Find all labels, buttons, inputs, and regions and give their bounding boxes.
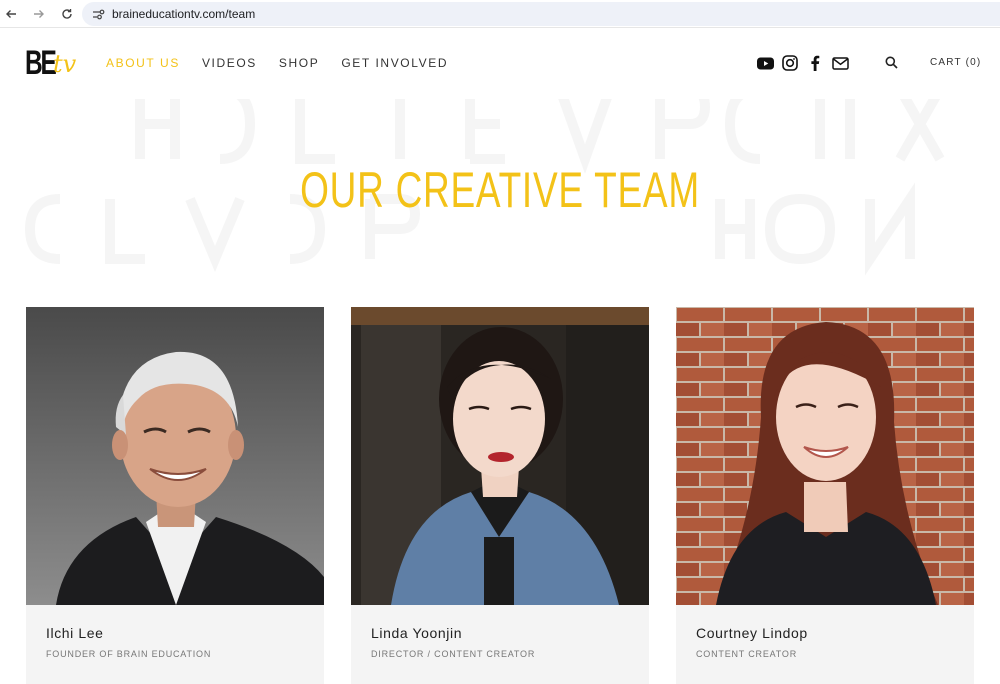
social-links <box>756 54 856 72</box>
site-header: BE tv ABOUT US VIDEOS SHOP GET INVOLVED … <box>0 29 1000 99</box>
betv-logo[interactable]: BE tv <box>25 43 77 85</box>
forward-arrow-icon[interactable] <box>28 3 50 25</box>
facebook-icon[interactable] <box>806 54 824 72</box>
nav-get-involved[interactable]: GET INVOLVED <box>341 56 448 70</box>
team-member-info: Courtney Lindop CONTENT CREATOR <box>676 605 974 684</box>
youtube-icon[interactable] <box>756 54 774 72</box>
address-bar[interactable]: braineducationtv.com/team <box>82 2 1000 26</box>
team-member-card[interactable]: Linda Yoonjin DIRECTOR / CONTENT CREATOR <box>351 307 649 684</box>
instagram-icon[interactable] <box>781 54 799 72</box>
team-member-photo <box>351 307 649 605</box>
page-title: OUR CREATIVE TEAM <box>300 162 700 218</box>
browser-toolbar: braineducationtv.com/team <box>0 0 1000 28</box>
logo-tv-text: tv <box>53 50 77 78</box>
team-member-name: Ilchi Lee <box>46 625 104 641</box>
main-nav: ABOUT US VIDEOS SHOP GET INVOLVED <box>106 56 470 70</box>
nav-about-us[interactable]: ABOUT US <box>106 56 180 70</box>
hero-section: OUR CREATIVE TEAM <box>0 99 1000 299</box>
team-member-name: Linda Yoonjin <box>371 625 463 641</box>
nav-videos[interactable]: VIDEOS <box>202 56 257 70</box>
mail-icon[interactable] <box>831 54 849 72</box>
team-member-card[interactable]: Ilchi Lee FOUNDER OF BRAIN EDUCATION <box>26 307 324 684</box>
team-member-role: DIRECTOR / CONTENT CREATOR <box>371 649 536 659</box>
team-member-role: FOUNDER OF BRAIN EDUCATION <box>46 649 212 659</box>
search-icon[interactable] <box>885 56 899 70</box>
team-member-name: Courtney Lindop <box>696 625 808 641</box>
url-text: braineducationtv.com/team <box>112 7 256 21</box>
team-grid: Ilchi Lee FOUNDER OF BRAIN EDUCATION Lin… <box>26 307 974 684</box>
logo-be-text: BE <box>25 44 57 82</box>
team-member-photo <box>676 307 974 605</box>
reload-icon[interactable] <box>56 3 78 25</box>
team-member-card[interactable]: Courtney Lindop CONTENT CREATOR <box>676 307 974 684</box>
team-member-photo <box>26 307 324 605</box>
cart-link[interactable]: CART (0) <box>930 57 981 68</box>
team-member-info: Ilchi Lee FOUNDER OF BRAIN EDUCATION <box>26 605 324 684</box>
nav-shop[interactable]: SHOP <box>279 56 319 70</box>
site-settings-icon[interactable] <box>88 4 108 24</box>
team-member-role: CONTENT CREATOR <box>696 649 798 659</box>
back-arrow-icon[interactable] <box>0 3 22 25</box>
team-member-info: Linda Yoonjin DIRECTOR / CONTENT CREATOR <box>351 605 649 684</box>
